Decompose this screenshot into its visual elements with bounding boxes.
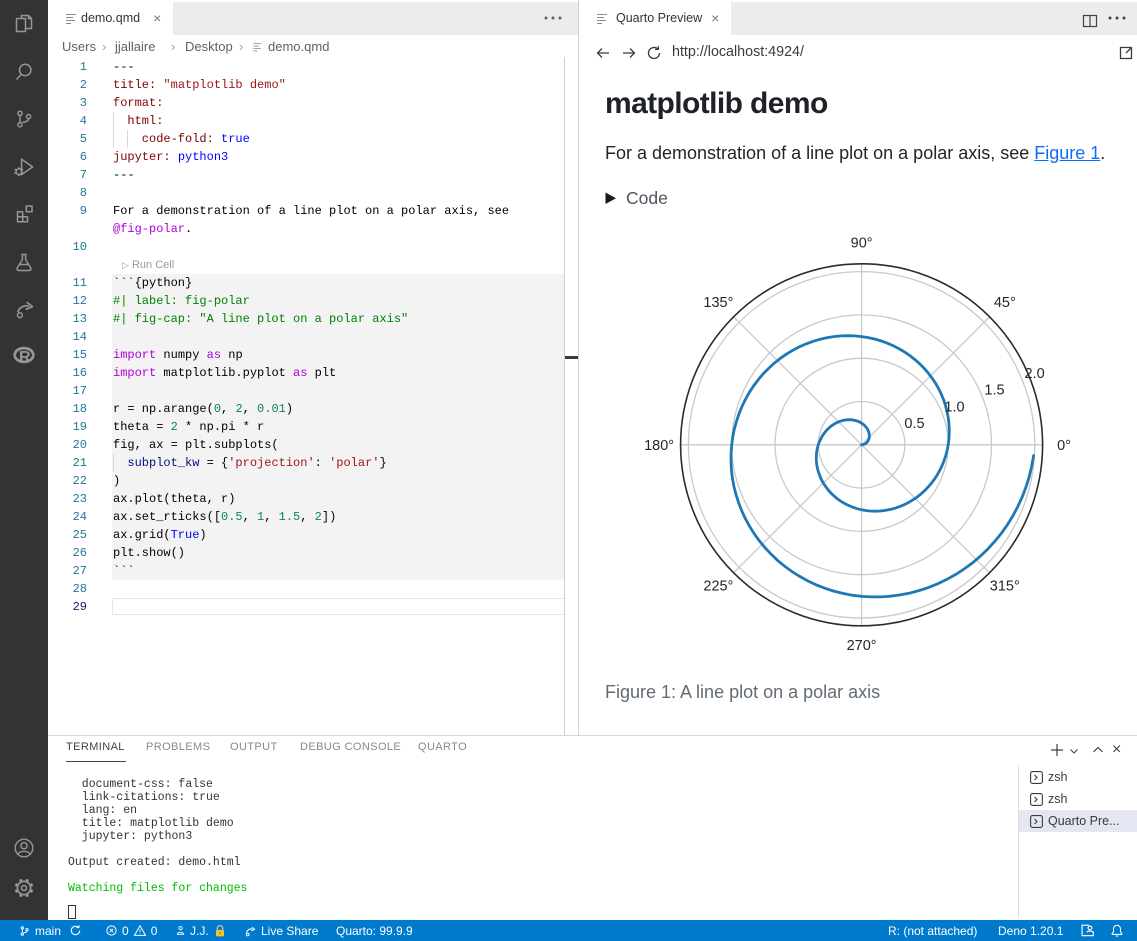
svg-text:0.5: 0.5 <box>904 416 924 432</box>
svg-text:2.0: 2.0 <box>1025 366 1045 382</box>
svg-text:45°: 45° <box>994 295 1016 311</box>
svg-text:270°: 270° <box>847 638 877 654</box>
svg-text:90°: 90° <box>851 236 873 252</box>
svg-text:1.5: 1.5 <box>984 383 1004 399</box>
svg-text:1.0: 1.0 <box>944 399 964 415</box>
svg-text:180°: 180° <box>644 438 674 454</box>
svg-text:225°: 225° <box>703 579 733 595</box>
svg-text:135°: 135° <box>703 295 733 311</box>
svg-text:315°: 315° <box>990 579 1020 595</box>
svg-text:R: R <box>19 349 31 366</box>
svg-text:0°: 0° <box>1057 438 1071 454</box>
